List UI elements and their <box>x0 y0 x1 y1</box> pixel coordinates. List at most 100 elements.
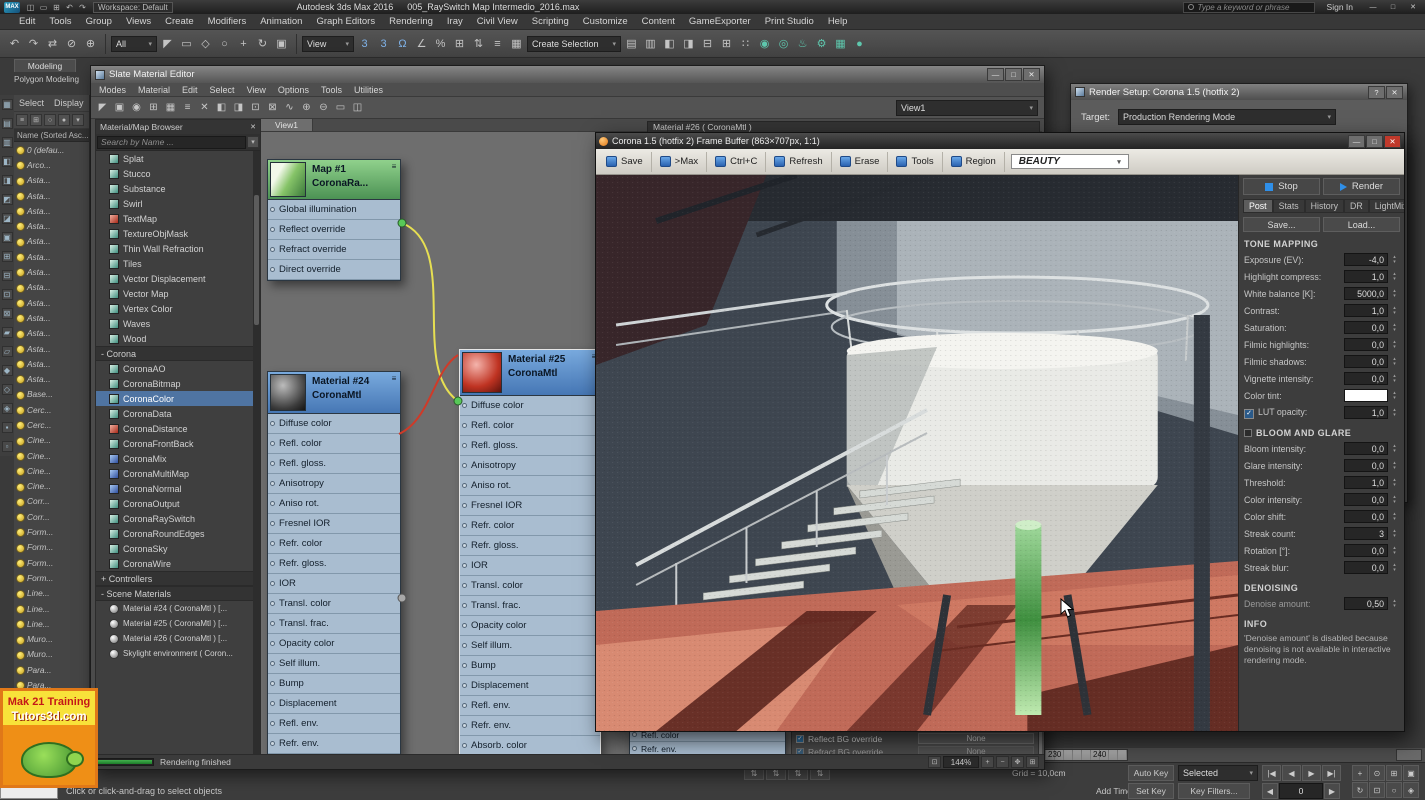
vfb-tool-button[interactable]: >Max <box>652 152 708 172</box>
slate-titlebar[interactable]: Slate Material Editor — □ ✕ <box>91 66 1044 83</box>
scene-object-row[interactable]: Muro... <box>14 647 89 662</box>
maximize-icon[interactable]: □ <box>1366 135 1383 148</box>
target-dropdown[interactable]: Production Rendering Mode <box>1118 109 1336 125</box>
layout-icon[interactable]: ◩ <box>2 194 13 205</box>
menu-item[interactable]: GameExporter <box>682 16 758 27</box>
selection-set-dropdown[interactable]: Selected <box>1178 765 1258 781</box>
group-header-controllers[interactable]: + Controllers <box>96 571 260 586</box>
input-socket[interactable] <box>270 581 275 586</box>
previous-frame-icon[interactable]: ◀ <box>1262 783 1278 799</box>
scene-object-row[interactable]: Cerc... <box>14 402 89 417</box>
maximize-icon[interactable]: □ <box>1005 68 1022 81</box>
slate-toolbar-icon[interactable]: ◧ <box>213 99 230 116</box>
input-socket[interactable] <box>270 247 275 252</box>
stop-button[interactable]: Stop <box>1243 178 1320 195</box>
map-type-row[interactable]: Vector Displacement <box>96 271 260 286</box>
layout-icon[interactable]: ◨ <box>2 175 13 186</box>
node-slot[interactable]: Fresnel IOR <box>268 514 400 534</box>
node-slot[interactable]: IOR <box>460 556 600 576</box>
scene-object-row[interactable]: Asta... <box>14 218 89 233</box>
explorer-toolbar-icon[interactable]: ≡ <box>16 114 28 126</box>
slate-menu-item[interactable]: Tools <box>315 85 348 95</box>
minimize-icon[interactable]: — <box>1348 135 1365 148</box>
toolbar-icon[interactable]: ▥ <box>641 34 660 53</box>
slate-toolbar-icon[interactable]: ≡ <box>179 99 196 116</box>
input-socket[interactable] <box>270 721 275 726</box>
menu-item[interactable]: Animation <box>253 16 309 27</box>
node-slot[interactable]: Aniso rot. <box>268 494 400 514</box>
explorer-toolbar-icon[interactable]: ● <box>58 114 70 126</box>
layout-icon[interactable]: ⊞ <box>2 251 13 262</box>
param-value-field[interactable]: 0,0 <box>1344 493 1388 506</box>
menu-item[interactable]: Group <box>79 16 119 27</box>
zoom-extents-icon[interactable]: ⊞ <box>1026 756 1039 768</box>
toolbar-icon[interactable]: ◨ <box>679 34 698 53</box>
scene-object-row[interactable]: Asta... <box>14 371 89 386</box>
param-value-field[interactable]: 1,0 <box>1344 406 1388 419</box>
toolbar-icon[interactable]: % <box>431 34 450 53</box>
layout-icon[interactable]: ◧ <box>2 156 13 167</box>
layout-icon[interactable]: ▰ <box>2 327 13 338</box>
node-slot[interactable]: Opacity color <box>268 634 400 654</box>
spinner[interactable] <box>1390 529 1399 539</box>
param-value-field[interactable]: 0,0 <box>1344 459 1388 472</box>
slate-toolbar-icon[interactable]: ◤ <box>94 99 111 116</box>
input-socket[interactable] <box>270 441 275 446</box>
map-type-row[interactable]: TextMap <box>96 211 260 226</box>
input-socket[interactable] <box>462 683 467 688</box>
node-slot[interactable]: Bump <box>268 674 400 694</box>
node-slot[interactable]: Refr. gloss. <box>460 536 600 556</box>
corona-map-row[interactable]: CoronaAO <box>96 361 260 376</box>
viewport-nav-icon[interactable]: ◈ <box>1403 782 1419 798</box>
menu-item[interactable]: Civil View <box>470 16 525 27</box>
scene-material-row[interactable]: Material #25 ( CoronaMtl ) [... <box>96 616 260 631</box>
scene-material-row[interactable]: Material #26 ( CoronaMtl ) [... <box>96 631 260 646</box>
render-button[interactable]: Render <box>1323 178 1400 195</box>
ribbon-subtab-polygon-modeling[interactable]: Polygon Modeling <box>14 75 92 84</box>
explorer-menu-item[interactable]: Display <box>54 98 84 108</box>
map-type-row[interactable]: Vector Map <box>96 286 260 301</box>
node-slot[interactable]: Refr. env. <box>460 716 600 736</box>
layout-icon[interactable]: ⊟ <box>2 270 13 281</box>
node-material25-coronamtl[interactable]: Material #25CoronaMtl ≡ Diffuse colorRef… <box>459 349 601 756</box>
reference-coordinate-dropdown[interactable]: View <box>302 36 354 52</box>
spinner[interactable] <box>1390 512 1399 522</box>
toolbar-icon[interactable]: + <box>234 34 253 53</box>
corona-map-row[interactable]: CoronaMultiMap <box>96 466 260 481</box>
scene-object-row[interactable]: Asta... <box>14 280 89 295</box>
toolbar-icon[interactable]: ▦ <box>831 34 850 53</box>
workspace-selector[interactable]: Workspace: Default <box>93 2 173 13</box>
scene-object-row[interactable]: Cine... <box>14 479 89 494</box>
input-socket[interactable] <box>462 623 467 628</box>
corona-map-row[interactable]: CoronaData <box>96 406 260 421</box>
param-value-field[interactable] <box>1344 389 1388 402</box>
spinner[interactable] <box>1390 478 1399 488</box>
input-socket[interactable] <box>270 661 275 666</box>
toolbar-icon[interactable]: ⊞ <box>717 34 736 53</box>
spinner[interactable] <box>1390 374 1399 384</box>
layout-icon[interactable]: ⊡ <box>2 289 13 300</box>
group-header-scene-materials[interactable]: - Scene Materials <box>96 586 260 601</box>
group-header-corona[interactable]: - Corona <box>96 346 260 361</box>
vfb-tool-button[interactable]: Erase <box>832 152 889 172</box>
slate-menu-item[interactable]: View <box>241 85 272 95</box>
node-slot[interactable]: Refr. color <box>268 534 400 554</box>
param-value-field[interactable]: 0,50 <box>1344 597 1388 610</box>
menu-item[interactable]: Rendering <box>382 16 440 27</box>
layout-icon[interactable]: ◈ <box>2 403 13 414</box>
node-slot[interactable]: Displacement <box>460 676 600 696</box>
slate-menu-item[interactable]: Edit <box>176 85 204 95</box>
param-value-field[interactable]: 0,0 <box>1344 544 1388 557</box>
input-socket[interactable] <box>270 227 275 232</box>
input-socket[interactable] <box>462 643 467 648</box>
menu-item[interactable]: Graph Editors <box>309 16 382 27</box>
spinner[interactable] <box>1390 255 1399 265</box>
quick-access-icon[interactable]: ▭ <box>37 2 50 13</box>
node-slot[interactable]: Refr. gloss. <box>268 554 400 574</box>
explorer-toolbar-icon[interactable]: ○ <box>44 114 56 126</box>
map-slot-button[interactable]: None <box>918 733 1034 744</box>
map-type-row[interactable]: Waves <box>96 316 260 331</box>
close-icon[interactable]: ✕ <box>250 123 256 131</box>
node-slot[interactable]: Refr. env. <box>268 734 400 754</box>
explorer-menu-item[interactable]: Select <box>19 98 44 108</box>
